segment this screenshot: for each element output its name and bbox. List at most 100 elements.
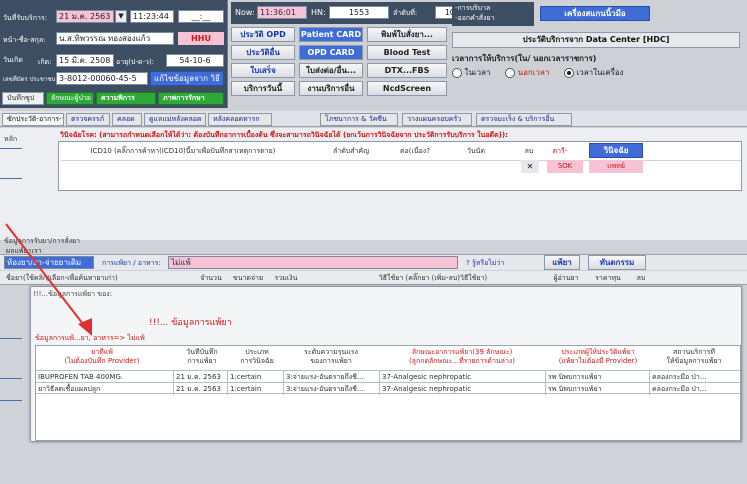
allergy-col-type[interactable]: ประเภท การวินิจฉัย [230,348,284,366]
allergy-type-cell: 1:certain [228,383,284,395]
allergy-col-date[interactable]: วันที่บันทึก การแพ้ยา [176,348,228,366]
blood-test-button[interactable]: Blood Test [367,45,447,60]
patient-card-button[interactable]: Patient CARD [299,27,363,42]
drug-col-reader[interactable]: ผู้อ่านยา [548,273,584,284]
allergy-table: ยาที่แพ้ (ไม่ต้องบันทึก Provider) วันที่… [35,345,741,441]
drug-col-total[interactable]: รวมเงิน [268,273,304,284]
allergy-col-provider[interactable]: ประเภทผู้ให้ประวัติแพ้ยา (แพ้ยาไม่ต้องมี… [548,348,648,366]
margin-line [0,148,22,149]
tab-postpartum[interactable]: ดูแลแม่หลังคลอด [144,113,206,126]
diagnosis-left-label: หลัก [4,135,18,143]
hn-field: 1553 [329,6,389,19]
delete-row-icon[interactable]: ✕ [521,160,539,173]
col-date[interactable]: วันนัด [451,146,501,157]
fingerprint-scanner-button[interactable]: เครื่องสแกนนิ้วมือ [540,6,650,21]
print-prescription-button[interactable]: พิมพ์ใบสั่งยา... [367,27,447,42]
other-history-button[interactable]: ประวัติอื่น [231,45,295,60]
drug-col-dose[interactable]: ขนาดจ่าย [230,273,266,284]
today-service-button[interactable]: บริการวันนี้ [231,81,295,96]
allergy-drug-cell: ยาวิธีลดเชื้อแผลปลูก [36,383,174,395]
tab-cancer-other[interactable]: ตรวจมะเร็ง & บริการอื่น [476,113,572,126]
diagnosis-notice: วินิจฉัยโรค: (สามารถกำหนดเลือกให้ได้ว่า:… [60,131,508,139]
referral-button[interactable]: ใบส่งต่อ/อื่น... [299,63,363,78]
hint-label[interactable]: ? รู้หรือไม่ว่า [466,258,536,269]
radio-in-hours[interactable] [452,67,462,78]
ncd-screen-button[interactable]: NcdScreen [367,81,447,96]
age-field[interactable]: 54-10-6 [166,54,224,67]
visit-date-dropdown-icon[interactable]: ▼ [115,10,127,23]
visit-time-field[interactable]: 11:23:44 [130,10,174,23]
tab-family-planning[interactable]: วางแผนครอบครัว [402,113,472,126]
drug-col-delete[interactable]: ลบ [632,273,650,284]
tab-history-plan[interactable]: ซักประวัติ-อาการ-วางแผน [2,113,64,126]
allergy-provider-cell: รพ นิพบการแพ้ยา [546,383,650,395]
patient-info-panel: วันที่รับบริการ: 21 ม.ค. 2563 ▼ 11:23:44… [0,0,228,108]
cid-field[interactable]: 3-8012-00060-45-5 [56,72,148,85]
allergy-search-field[interactable]: ไม่แพ้ [168,256,458,269]
opd-card-button[interactable]: OPD CARD [299,45,363,60]
seq-label: ลำดับที่: [393,9,418,17]
service-note: -การบริบาล -ออกคำสั่งยา [452,2,534,26]
other-service-button[interactable]: งานบริการอื่น [299,81,363,96]
hdc-title[interactable]: ประวัติบริการจาก Data Center [HDC] [452,32,740,48]
dob-field[interactable]: 15 มี.ค. 2508 [56,54,114,67]
allergy-col-drug[interactable]: ยาที่แพ้ (ไม่ต้องบันทึก Provider) [38,348,166,366]
col-delete[interactable]: ลบ [519,146,539,157]
drug-col-qty[interactable]: จำนวน [196,273,226,284]
tab-patient-type[interactable]: ลักษณะผู้ป่วย [46,92,94,105]
tab-treatment-image[interactable]: ภาพการรักษา [158,92,224,105]
allergy-col-facility[interactable]: สถานบริการที่ ให้ข้อมูลการแพ้ยา [652,348,736,366]
dtx-fbs-button[interactable]: DTX...FBS [367,63,447,78]
tab-antenatal[interactable]: ตรวจครรภ์ [66,113,110,126]
sok-button[interactable]: SOK [547,160,583,173]
allergy-row[interactable]: IBUPROFEN TAB 400MG. 21 ม.ค. 2563 1:cert… [36,370,740,383]
col-rank[interactable]: ลำดับสำคัญ [321,146,381,157]
col-icd10[interactable]: ICD10 (คลิ๊กการค้าหา(ICD10)นี้มาเพื่อบัน… [63,146,303,157]
main-tabs: ซักประวัติ-อาการ-วางแผน ตรวจครรภ์ คลอด ด… [0,111,747,127]
annotation-arrow-icon [5,223,92,336]
margin-line [0,400,22,401]
drug-col-cost[interactable]: ราคาทุน [590,273,626,284]
tab-nutrition-vaccine[interactable]: โภชนาการ & วัคซีน [320,113,398,126]
radio-in-hours-label: ในเวลา [464,68,491,77]
tab-save-summary[interactable]: บันทึกซูป [2,92,44,105]
time-mask-field[interactable]: __:__ [178,10,224,23]
dob-label: วันเกิด [3,56,23,64]
diagnose-button[interactable]: วินิจฉัย [589,143,643,158]
radio-out-hours-label: นอกเวลา [517,68,550,77]
allergy-row[interactable]: ยาวิธีลดเชื้อแผลปลูก 21 ม.ค. 2563 1:cert… [36,382,740,395]
name-label: หน้า-ชื่อ-สกุล: [3,36,46,44]
tab-disability[interactable]: ความพิการ [96,92,156,105]
tab-newborn[interactable]: หลังคลอดทารก [208,113,272,126]
allergy-popup: !!!...ข้อมูลการแพ้ยา ของ: !!!... ข้อมูลก… [30,286,742,442]
col-red-flag[interactable]: ตารี- [545,146,575,157]
doctor-button[interactable]: แพทย์ [589,160,643,173]
allergy-facility-cell: คลองกระมือ ป่า... [652,385,707,393]
radio-machine-time[interactable] [563,67,574,78]
drug-header-row: ชื่อยา(ใช้คลิก/เลือก-เพื่อค้นหายาเก่า) จ… [0,271,747,285]
allergy-col-severity[interactable]: ระดับความรุนแรง ของการแพ้ยา [286,348,376,366]
diagnosis-table: ICD10 (คลิ๊กการค้าหา(ICD10)นี้มาเพื่อบัน… [58,141,742,191]
col-continue[interactable]: ต่อ(เนื่อง? [389,146,441,157]
margin-line [0,178,22,179]
time-option-group: ในเวลา นอกเวลา เวลาในเครื่อง [452,66,742,82]
patient-name-field[interactable]: น.ส.ทิพวรรณ ทองสองแก้ว [56,32,174,45]
popup-title: !!!... ข้อมูลการแพ้ยา [149,318,232,328]
dob-field-label: เกิด: [38,58,52,66]
hhu-badge: HHU [178,32,224,45]
drug-col-usage[interactable]: วิธีใช้ยา (คลิ๊กยา (เพิ่ม-ลบ)วิธีใช้ยา) [338,273,528,284]
visit-date-label: วันที่รับบริการ: [3,14,48,22]
dental-button[interactable]: ทันตกรรม [588,255,646,270]
visit-date-field[interactable]: 21 ม.ค. 2563 [56,10,114,23]
now-time-field: 11:36:01 [257,6,307,19]
allergy-symptom-cell: 37-Analgesic nephropatic [380,383,546,395]
cid-label: เลขที่บัตร ประชาชน: [3,76,55,83]
verify-button[interactable]: แก้ไขข้อมูลจาก วิธี [150,71,224,86]
allergy-col-symptom[interactable]: ลักษณะอาการแพ้ยา(39 ลักษณะ) (ลูกกดลักษณะ… [382,348,542,366]
service-time-title: เวลาการให้บริการ(ใน/ นอกเวลาราชการ) [452,54,597,63]
receipt-button[interactable]: ใบเสร็จ [231,63,295,78]
allergy-button[interactable]: แพ้ยา [544,255,580,270]
radio-out-hours[interactable] [505,67,516,78]
tab-delivery[interactable]: คลอด [112,113,142,126]
opd-history-button[interactable]: ประวัติ OPD [231,27,295,42]
